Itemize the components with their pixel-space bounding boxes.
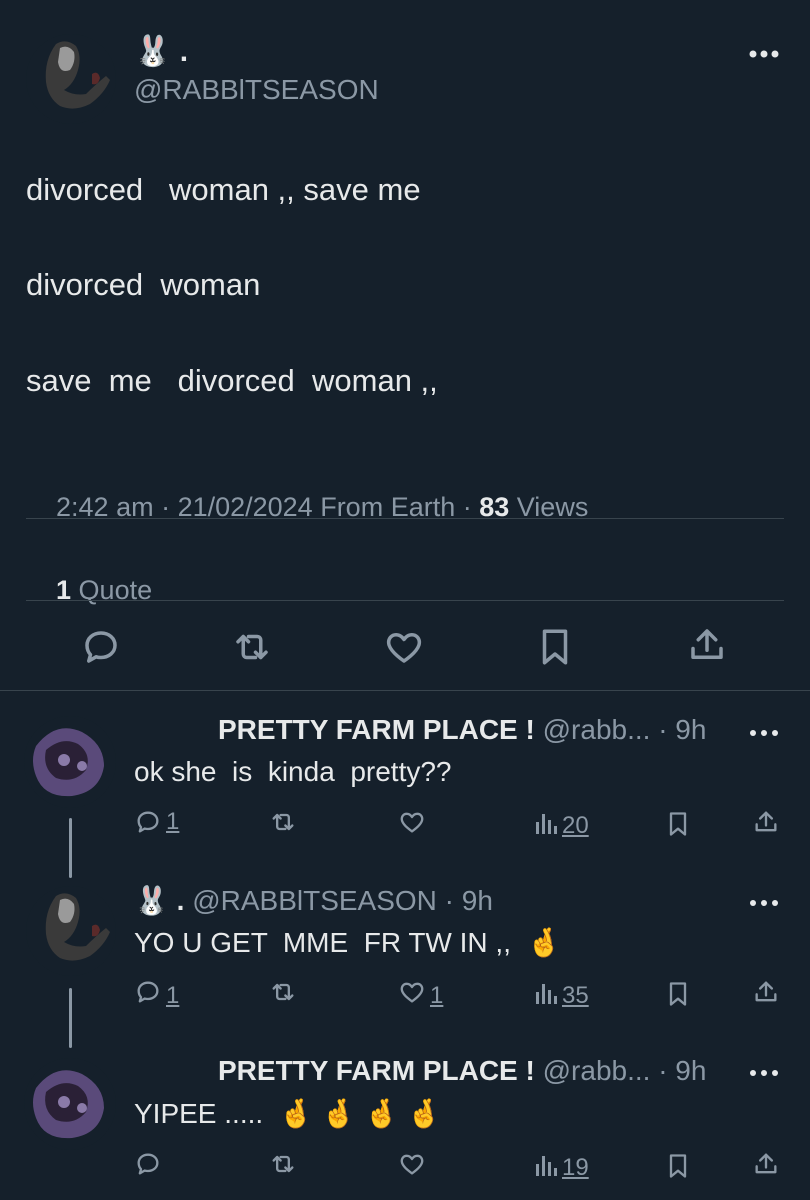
reply-avatar[interactable] — [24, 1058, 116, 1150]
like-button[interactable] — [383, 626, 425, 668]
thread-line — [69, 988, 72, 1048]
like-count-button[interactable]: 1 — [398, 978, 443, 1013]
tweet-meta: 2:42 am · 21/02/2024 From Earth · 83 Vie… — [26, 461, 588, 554]
divider — [26, 518, 784, 519]
bookmark-button[interactable] — [534, 626, 576, 668]
share-upload-icon[interactable] — [752, 978, 780, 1006]
quote-stat[interactable]: 1 Quote — [26, 544, 152, 637]
views-count: 20 — [562, 811, 589, 839]
author-display-name[interactable]: 🐰 . — [134, 34, 188, 69]
reply-handle-time[interactable]: @rabb... · 9h — [543, 1055, 707, 1086]
tweet-text-line-2: divorced woman — [26, 267, 261, 302]
bookmark-icon[interactable] — [664, 980, 692, 1008]
reply-count-button[interactable] — [134, 1150, 166, 1185]
more-horizontal-icon[interactable] — [748, 726, 780, 740]
reply-count: 1 — [166, 981, 180, 1009]
reply-bubble-icon — [134, 1150, 162, 1185]
share-button[interactable] — [686, 624, 728, 666]
retweet-icon — [268, 978, 298, 1013]
like-count-button[interactable] — [398, 808, 430, 843]
views-bar-chart-icon — [534, 1150, 558, 1185]
retweet-count-button[interactable] — [268, 808, 302, 843]
reply-count-button[interactable]: 1 — [134, 808, 179, 836]
views-count-button[interactable]: 20 — [534, 808, 589, 843]
reply-bubble-icon — [134, 978, 162, 1013]
views-bar-chart-icon — [534, 978, 558, 1013]
reply-button[interactable] — [80, 626, 122, 668]
heart-icon — [398, 978, 426, 1013]
reply-count: 1 — [166, 808, 180, 835]
more-horizontal-icon[interactable] — [748, 46, 780, 62]
views-count-button[interactable]: 35 — [534, 978, 589, 1013]
reply-avatar[interactable] — [26, 886, 116, 976]
more-horizontal-icon[interactable] — [748, 1066, 780, 1080]
like-count-button[interactable] — [398, 1150, 430, 1185]
views-count: 19 — [562, 1153, 589, 1181]
author-handle[interactable]: @RABBlTSEASON — [134, 74, 379, 106]
reply-text: YIPEE ..... 🤞 🤞 🤞 🤞 — [134, 1098, 442, 1129]
bookmark-icon[interactable] — [664, 810, 692, 838]
reply-text: YO U GET MME FR TW IN ,, 🤞 — [134, 927, 562, 958]
views-count-button[interactable]: 19 — [534, 1150, 589, 1185]
retweet-icon — [268, 1150, 298, 1185]
reply-header: PRETTY FARM PLACE ! @rabb... · 9h — [218, 714, 706, 746]
share-upload-icon[interactable] — [752, 1150, 780, 1178]
tweet-text-line-1: divorced woman ,, save me — [26, 172, 421, 207]
retweet-count-button[interactable] — [268, 1150, 302, 1185]
retweet-count-button[interactable] — [268, 978, 302, 1013]
views-bar-chart-icon — [534, 808, 558, 843]
reply-header: PRETTY FARM PLACE ! @rabb... · 9h — [218, 1055, 706, 1087]
reply-header: 🐰 . @RABBlTSEASON · 9h — [134, 884, 493, 917]
reply-count-button[interactable]: 1 — [134, 978, 179, 1013]
retweet-icon — [268, 808, 298, 843]
heart-icon — [398, 808, 426, 843]
more-horizontal-icon[interactable] — [748, 896, 780, 910]
heart-icon — [398, 1150, 426, 1185]
reply-display-name[interactable]: 🐰 . — [134, 885, 184, 916]
reply-handle-time[interactable]: @rabb... · 9h — [543, 714, 707, 745]
share-upload-icon[interactable] — [752, 808, 780, 836]
reply-text: ok she is kinda pretty?? — [134, 756, 452, 787]
reply-avatar[interactable] — [24, 716, 116, 808]
views-count: 35 — [562, 981, 589, 1009]
tweet-text-line-3: save me divorced woman ,, — [26, 363, 438, 398]
divider — [26, 600, 784, 601]
reply-display-name[interactable]: PRETTY FARM PLACE ! — [218, 1055, 535, 1086]
author-avatar[interactable] — [26, 34, 116, 124]
bookmark-icon[interactable] — [664, 1152, 692, 1180]
reply-bubble-icon — [134, 808, 162, 836]
thread-line — [69, 818, 72, 878]
like-count: 1 — [430, 981, 444, 1009]
retweet-button[interactable] — [230, 626, 274, 668]
reply-handle-time[interactable]: @RABBlTSEASON · 9h — [192, 885, 493, 916]
reply-display-name[interactable]: PRETTY FARM PLACE ! — [218, 714, 535, 745]
divider — [0, 690, 810, 691]
